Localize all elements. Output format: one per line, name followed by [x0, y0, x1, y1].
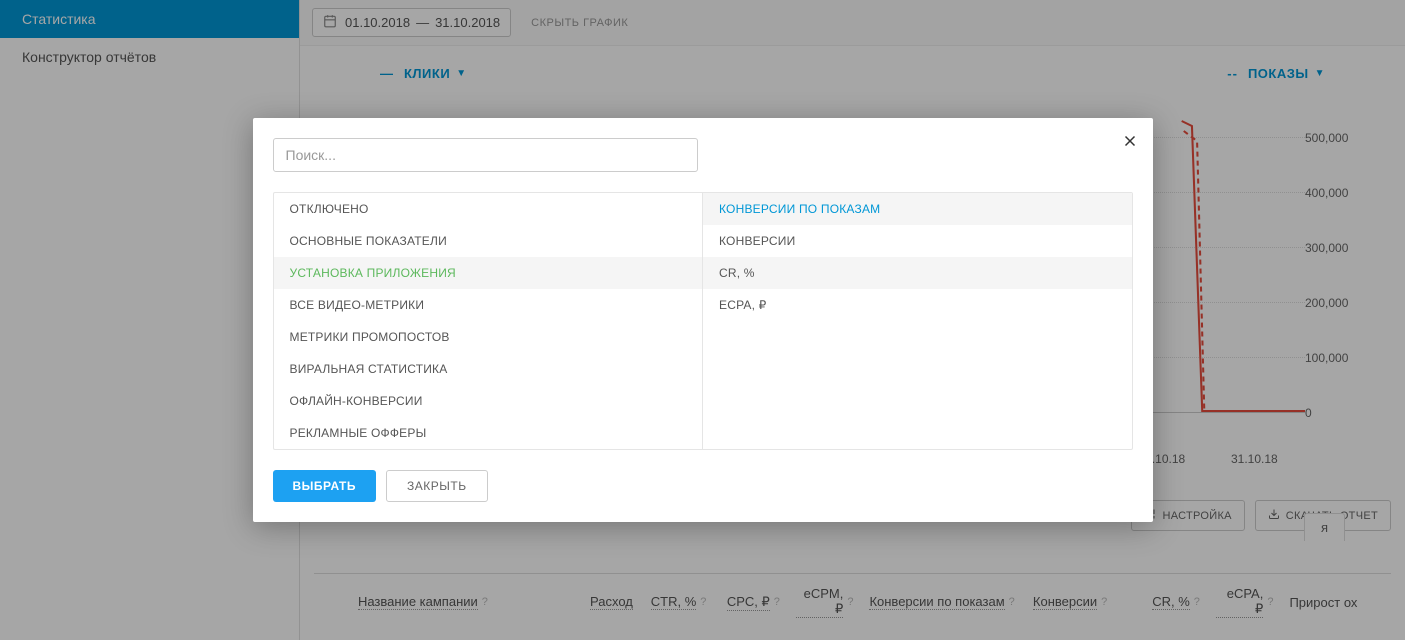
metric-view-conversions[interactable]: КОНВЕРСИИ ПО ПОКАЗАМ — [703, 193, 1132, 225]
metric-ecpa[interactable]: ECPA, ₽ — [703, 289, 1132, 321]
category-promopost-metrics[interactable]: МЕТРИКИ ПРОМОПОСТОВ — [274, 321, 703, 353]
metric-cr[interactable]: CR, % — [703, 257, 1132, 289]
modal-categories-column: ОТКЛЮЧЕНО ОСНОВНЫЕ ПОКАЗАТЕЛИ УСТАНОВКА … — [274, 193, 704, 449]
category-ad-offers[interactable]: РЕКЛАМНЫЕ ОФФЕРЫ — [274, 417, 703, 449]
metric-selector-modal: ОТКЛЮЧЕНО ОСНОВНЫЕ ПОКАЗАТЕЛИ УСТАНОВКА … — [253, 118, 1153, 522]
modal-body: ОТКЛЮЧЕНО ОСНОВНЫЕ ПОКАЗАТЕЛИ УСТАНОВКА … — [273, 192, 1133, 450]
modal-overlay[interactable]: ОТКЛЮЧЕНО ОСНОВНЫЕ ПОКАЗАТЕЛИ УСТАНОВКА … — [0, 0, 1405, 640]
modal-close-button[interactable] — [1121, 132, 1139, 154]
metric-conversions[interactable]: КОНВЕРСИИ — [703, 225, 1132, 257]
close-button[interactable]: ЗАКРЫТЬ — [386, 470, 488, 502]
category-app-install[interactable]: УСТАНОВКА ПРИЛОЖЕНИЯ — [274, 257, 703, 289]
modal-metrics-column: КОНВЕРСИИ ПО ПОКАЗАМ КОНВЕРСИИ CR, % ECP… — [703, 193, 1132, 449]
category-viral-stats[interactable]: ВИРАЛЬНАЯ СТАТИСТИКА — [274, 353, 703, 385]
category-offline-conversions[interactable]: ОФЛАЙН-КОНВЕРСИИ — [274, 385, 703, 417]
close-icon — [1121, 132, 1139, 150]
category-main-metrics[interactable]: ОСНОВНЫЕ ПОКАЗАТЕЛИ — [274, 225, 703, 257]
modal-footer: ВЫБРАТЬ ЗАКРЫТЬ — [253, 450, 1153, 522]
category-video-metrics[interactable]: ВСЕ ВИДЕО-МЕТРИКИ — [274, 289, 703, 321]
modal-search-input[interactable] — [273, 138, 698, 172]
category-disabled[interactable]: ОТКЛЮЧЕНО — [274, 193, 703, 225]
select-button[interactable]: ВЫБРАТЬ — [273, 470, 377, 502]
